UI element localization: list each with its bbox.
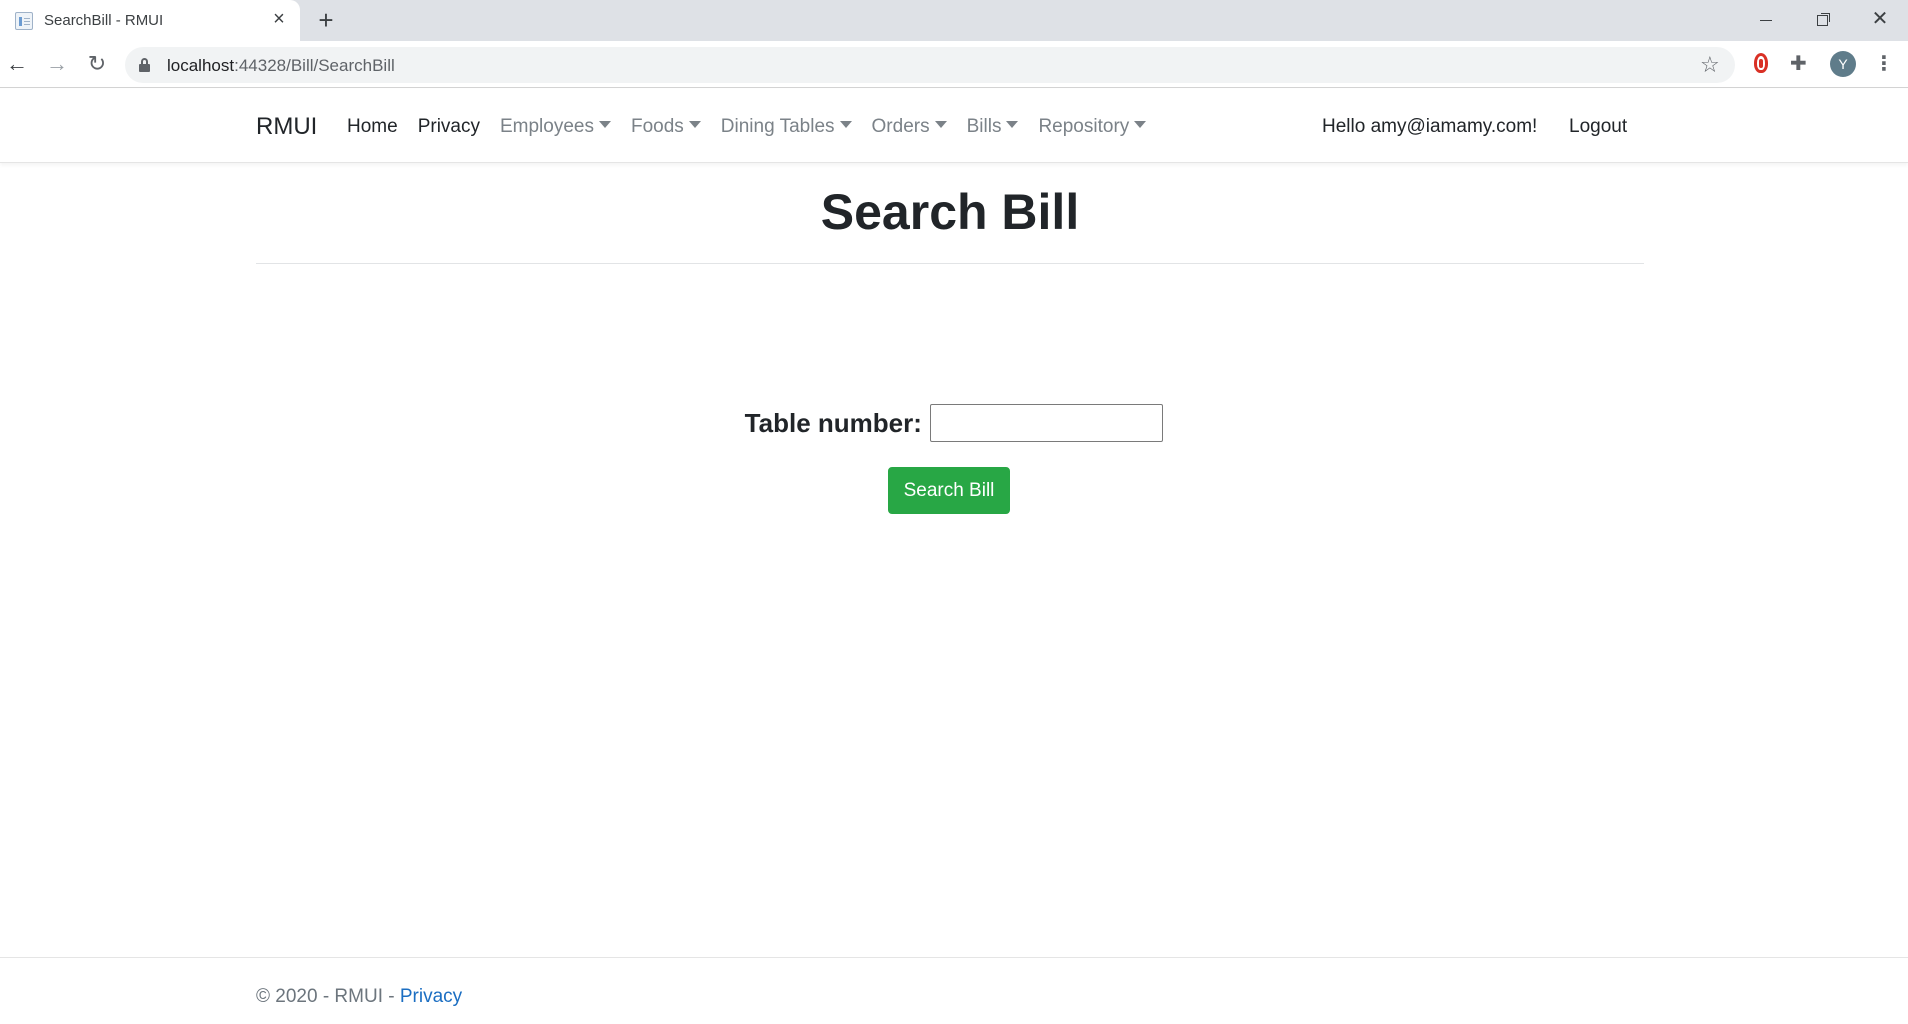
user-greeting-link[interactable]: Hello amy@iamamy.com! (1322, 116, 1537, 138)
restore-button[interactable] (1794, 0, 1850, 38)
caret-down-icon (1134, 121, 1147, 128)
url-text[interactable]: localhost:44328/Bill/SearchBill (167, 56, 395, 76)
title-divider (256, 263, 1644, 264)
nav-repository-label: Repository (1038, 116, 1130, 137)
nav-repository-dropdown[interactable]: Repository (1038, 116, 1147, 138)
caret-down-icon (1006, 121, 1019, 128)
nav-dining-tables-label: Dining Tables (720, 116, 835, 137)
footer-text: © 2020 - RMUI - Privacy (256, 986, 462, 1008)
nav-bills-label: Bills (966, 116, 1002, 137)
caret-down-icon (688, 121, 701, 128)
window-close-button[interactable]: ✕ (1852, 0, 1908, 38)
footer: © 2020 - RMUI - Privacy (0, 957, 1908, 1024)
nav-privacy[interactable]: Privacy (418, 116, 480, 138)
favicon-icon (15, 12, 33, 30)
nav-orders-label: Orders (871, 116, 930, 137)
nav-orders-dropdown[interactable]: Orders (872, 116, 947, 138)
logout-button[interactable]: Logout (1569, 116, 1627, 138)
caret-down-icon (598, 121, 611, 128)
star-icon[interactable]: ☆ (1700, 52, 1720, 78)
reload-icon[interactable]: ↻ (82, 49, 112, 79)
table-number-input[interactable] (930, 404, 1164, 442)
nav-employees-dropdown[interactable]: Employees (500, 116, 611, 138)
kebab-menu-icon[interactable]: ⋮ (1874, 49, 1894, 79)
caret-down-icon (839, 121, 852, 128)
extension-icon[interactable] (1752, 53, 1770, 75)
caret-down-icon (934, 121, 947, 128)
browser-tabstrip: SearchBill - RMUI × + ✕ (0, 0, 1908, 41)
nav-foods-dropdown[interactable]: Foods (631, 116, 701, 138)
nav-foods-label: Foods (630, 116, 684, 137)
site-navbar: RMUI Home Privacy Employees Foods Dining… (0, 89, 1908, 163)
browser-tab[interactable]: SearchBill - RMUI × (0, 0, 300, 41)
browser-toolbar: ← → ↻ localhost:44328/Bill/SearchBill ☆ … (0, 41, 1908, 88)
table-number-label: Table number: (744, 407, 922, 438)
url-host: localhost (167, 56, 235, 75)
search-bill-button[interactable]: Search Bill (888, 467, 1010, 514)
brand-link[interactable]: RMUI (256, 113, 317, 141)
back-arrow-icon[interactable]: ← (2, 49, 32, 79)
puzzle-icon[interactable]: ✚ (1790, 51, 1807, 77)
forward-arrow-icon[interactable]: → (42, 49, 72, 79)
nav-bills-dropdown[interactable]: Bills (967, 116, 1019, 138)
tab-title: SearchBill - RMUI (44, 12, 164, 29)
close-icon[interactable]: × (268, 8, 290, 30)
avatar[interactable]: Y (1830, 51, 1856, 77)
minimize-button[interactable] (1738, 0, 1794, 38)
address-bar[interactable]: localhost:44328/Bill/SearchBill ☆ (125, 47, 1735, 83)
footer-copyright: © 2020 - RMUI - (256, 986, 400, 1007)
url-path: :44328/Bill/SearchBill (234, 56, 395, 75)
page-title: Search Bill (820, 184, 1080, 240)
footer-privacy-link[interactable]: Privacy (400, 986, 462, 1007)
plus-icon[interactable]: + (312, 6, 340, 34)
nav-dining-tables-dropdown[interactable]: Dining Tables (721, 116, 852, 138)
lock-icon[interactable] (139, 58, 150, 72)
nav-employees-label: Employees (499, 116, 594, 137)
table-number-form-row: Table number: (0, 404, 1908, 442)
nav-home[interactable]: Home (347, 116, 398, 138)
nav-links: Home Privacy Employees Foods Dining Tabl… (347, 116, 1166, 138)
